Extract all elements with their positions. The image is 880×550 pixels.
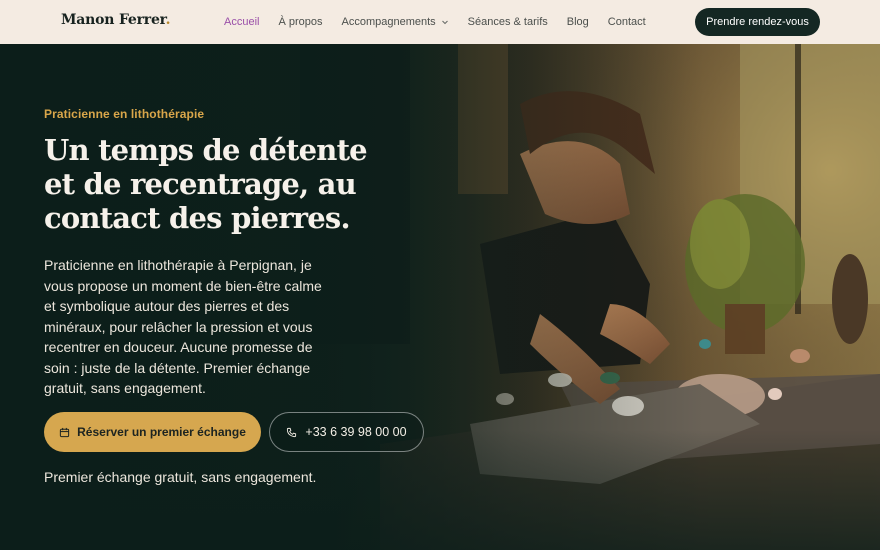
nav-item-a-propos[interactable]: À propos bbox=[278, 16, 322, 28]
nav-item-label: Accompagnements bbox=[341, 16, 436, 28]
site-header: Manon Ferrer. Accueil À propos Accompagn… bbox=[0, 0, 880, 44]
nav-item-label: Contact bbox=[607, 16, 646, 28]
chevron-down-icon bbox=[441, 18, 449, 26]
hero-section: Praticienne en lithothérapie Un temps de… bbox=[0, 44, 880, 550]
book-first-call-label: Réserver un premier échange bbox=[77, 425, 246, 439]
main-nav: Accueil À propos Accompagnements Séances… bbox=[224, 0, 665, 44]
brand-name: Manon Ferrer bbox=[61, 12, 166, 28]
book-appointment-button[interactable]: Prendre rendez-vous bbox=[695, 8, 820, 36]
calendar-icon bbox=[59, 427, 70, 438]
phone-call-button[interactable]: +33 6 39 98 00 00 bbox=[269, 412, 424, 452]
nav-item-accueil[interactable]: Accueil bbox=[224, 16, 259, 28]
hero-eyebrow: Praticienne en lithothérapie bbox=[44, 107, 205, 121]
nav-item-label: À propos bbox=[278, 16, 323, 28]
hero-note: Premier échange gratuit, sans engagement… bbox=[44, 469, 317, 485]
nav-item-label: Accueil bbox=[224, 16, 260, 28]
nav-item-seances-tarifs[interactable]: Séances & tarifs bbox=[468, 16, 548, 28]
nav-item-blog[interactable]: Blog bbox=[567, 16, 589, 28]
phone-number: +33 6 39 98 00 00 bbox=[305, 425, 407, 439]
hero-headline: Un temps de détente et de recentrage, au… bbox=[44, 133, 368, 235]
brand-dot: . bbox=[165, 12, 171, 28]
hero-lead-text: Praticienne en lithothérapie à Perpignan… bbox=[44, 257, 322, 396]
brand-logo[interactable]: Manon Ferrer. bbox=[61, 12, 170, 28]
nav-item-contact[interactable]: Contact bbox=[608, 16, 646, 28]
nav-item-label: Blog bbox=[566, 16, 589, 28]
phone-icon bbox=[286, 427, 297, 438]
nav-item-accompagnements[interactable]: Accompagnements bbox=[342, 16, 449, 28]
nav-item-label: Séances & tarifs bbox=[467, 16, 548, 28]
book-first-call-button[interactable]: Réserver un premier échange bbox=[44, 412, 261, 452]
